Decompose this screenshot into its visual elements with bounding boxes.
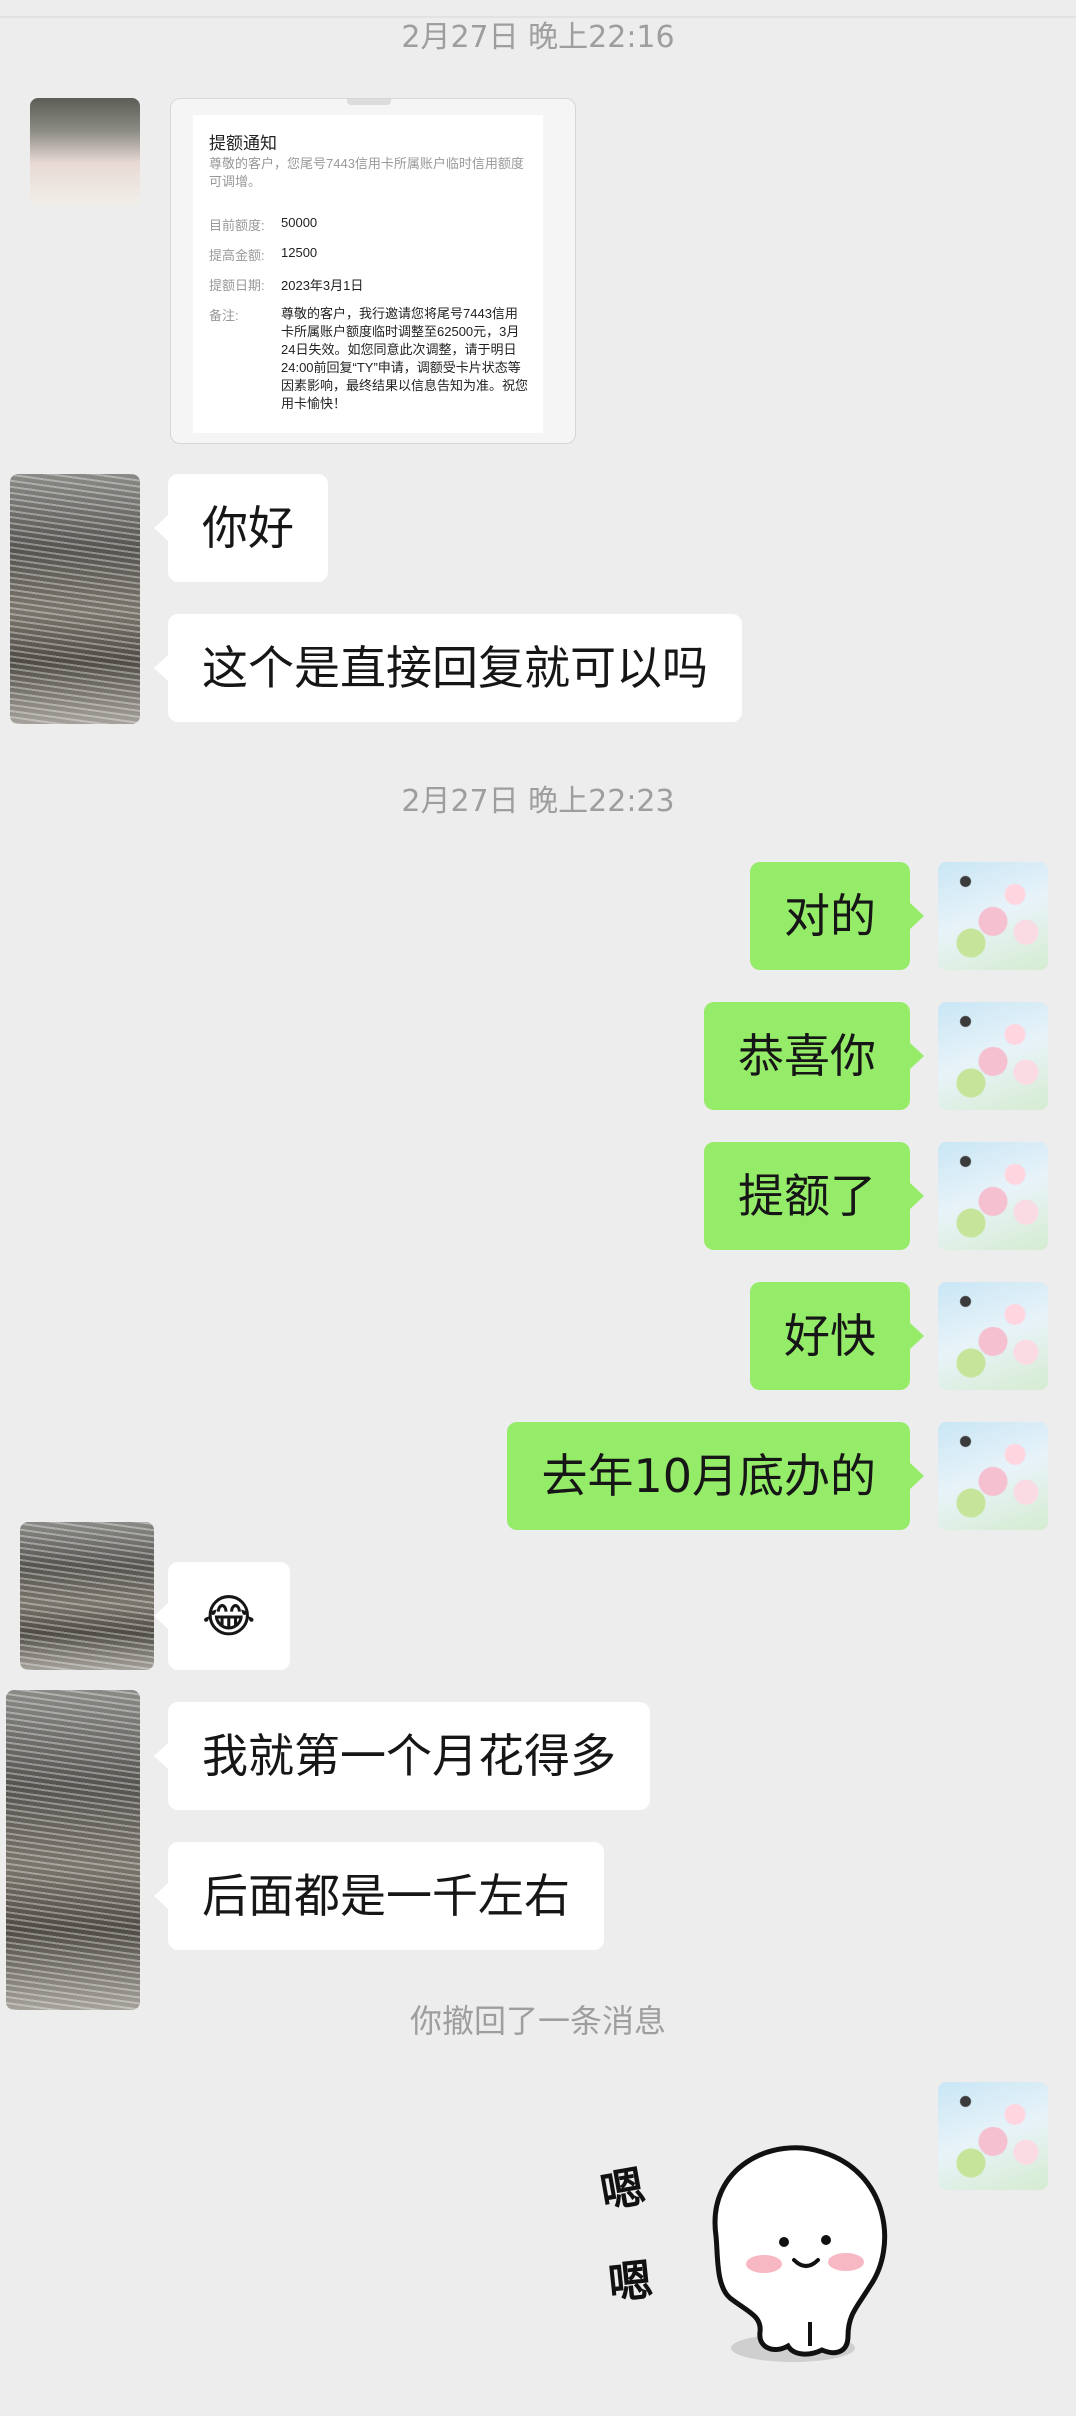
contact-avatar[interactable] xyxy=(6,1690,140,2010)
my-avatar[interactable] xyxy=(938,1422,1048,1530)
card-note-label: 备注: xyxy=(209,308,239,323)
timestamp: 2月27日 晚上22:23 xyxy=(401,784,675,819)
message-bubble[interactable]: 这个是直接回复就可以吗 xyxy=(154,614,742,722)
contact-avatar[interactable] xyxy=(20,1522,154,1670)
message-bubble[interactable]: 提额了 xyxy=(704,1142,924,1250)
card-row-value: 12500 xyxy=(281,245,318,260)
card-grip xyxy=(347,99,391,105)
card-row-value: 50000 xyxy=(281,215,318,230)
message-bubble[interactable]: 好快 xyxy=(750,1282,924,1390)
laughing-tears-emoji-icon: 😂 xyxy=(202,1589,256,1643)
message-bubble[interactable]: 后面都是一千左右 xyxy=(154,1842,604,1950)
my-avatar[interactable] xyxy=(938,1002,1048,1110)
message-bubble[interactable]: 你好 xyxy=(154,474,328,582)
card-row-label: 目前额度: xyxy=(209,218,265,233)
my-avatar[interactable] xyxy=(938,2082,1048,2190)
my-avatar[interactable] xyxy=(938,1142,1048,1250)
message-bubble[interactable]: 去年10月底办的 xyxy=(507,1422,924,1530)
card-row-label: 提额日期: xyxy=(209,278,265,293)
card-row-label: 提高金额: xyxy=(209,248,265,263)
contact-avatar[interactable] xyxy=(30,98,140,206)
message-bubble[interactable]: 我就第一个月花得多 xyxy=(154,1702,650,1810)
emoji-message-bubble[interactable]: 😂 xyxy=(154,1562,290,1670)
my-avatar[interactable] xyxy=(938,862,1048,970)
recall-notice: 你撤回了一条消息 xyxy=(409,2002,666,2040)
card-note: 尊敬的客户，我行邀请您将尾号7443信用卡所属账户额度临时调整至62500元，3… xyxy=(281,306,529,411)
credit-limit-notice-card[interactable]: 提额通知 尊敬的客户，您尾号7443信用卡所属账户临时信用额度可调增。 目前额度… xyxy=(170,98,576,444)
contact-avatar[interactable] xyxy=(10,474,140,724)
my-avatar[interactable] xyxy=(938,1282,1048,1390)
sticker-text: 嗯 xyxy=(605,2254,656,2311)
timestamp: 2月27日 晚上22:16 xyxy=(401,20,675,55)
card-content: 提额通知 尊敬的客户，您尾号7443信用卡所属账户临时信用额度可调增。 目前额度… xyxy=(193,115,543,433)
message-bubble[interactable]: 恭喜你 xyxy=(704,1002,924,1110)
card-description: 尊敬的客户，您尾号7443信用卡所属账户临时信用额度可调增。 xyxy=(209,156,524,189)
message-bubble[interactable]: 对的 xyxy=(750,862,924,970)
sticker-message[interactable]: 嗯 嗯 xyxy=(597,2136,908,2376)
card-title: 提额通知 xyxy=(209,134,277,153)
card-row-value: 2023年3月1日 xyxy=(281,278,364,293)
